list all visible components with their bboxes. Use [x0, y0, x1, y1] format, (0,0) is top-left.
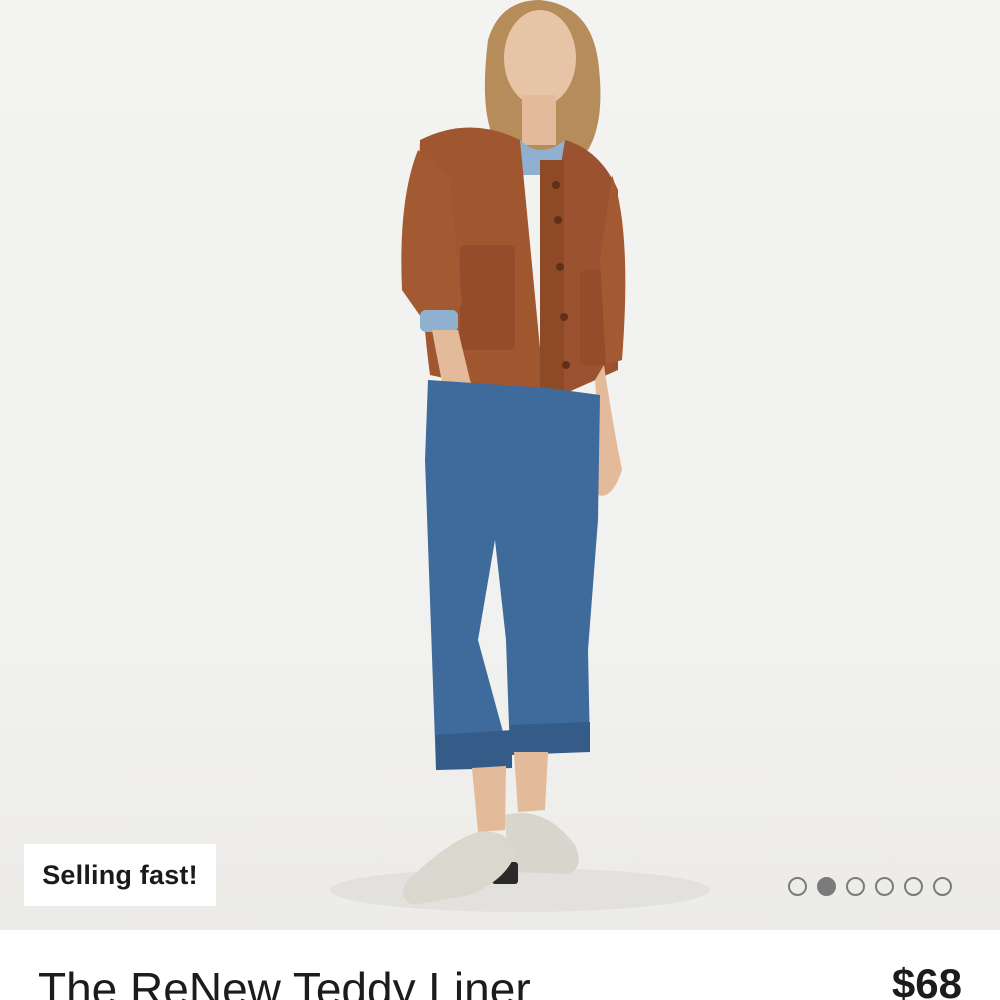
product-title[interactable]: The ReNew Teddy Liner [38, 962, 531, 1000]
selling-fast-badge: Selling fast! [24, 844, 216, 906]
model-photo [330, 0, 710, 912]
carousel-dot[interactable] [904, 877, 923, 896]
carousel-dot[interactable] [817, 877, 836, 896]
carousel-pagination[interactable] [788, 877, 952, 896]
carousel-dot[interactable] [846, 877, 865, 896]
product-price: $68 [891, 960, 962, 1000]
carousel-dot[interactable] [933, 877, 952, 896]
product-image[interactable] [0, 0, 1000, 930]
product-info: The ReNew Teddy Liner $68 [0, 930, 1000, 1000]
carousel-dot[interactable] [788, 877, 807, 896]
carousel-dot[interactable] [875, 877, 894, 896]
